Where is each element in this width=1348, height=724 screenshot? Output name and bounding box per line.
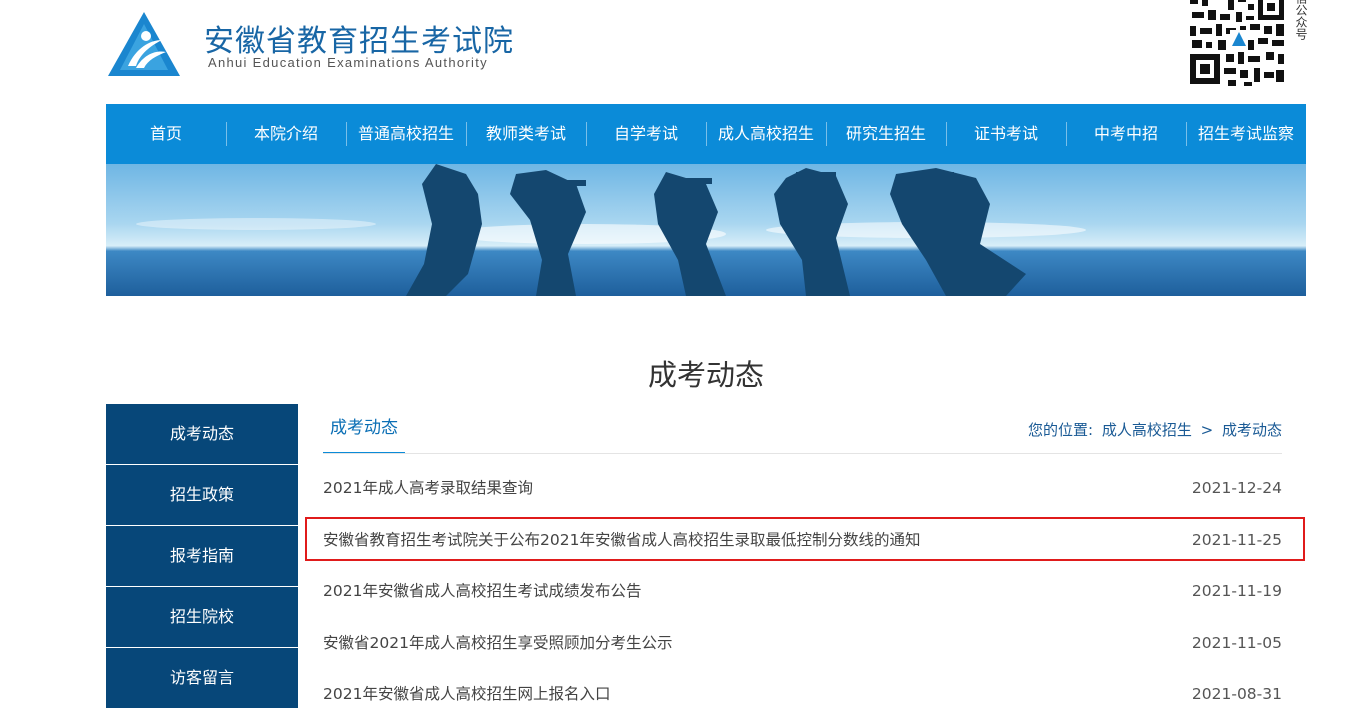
sidebar-item-application-guide[interactable]: 报考指南 xyxy=(106,526,298,586)
breadcrumb-current[interactable]: 成考动态 xyxy=(1222,421,1282,439)
qr-caption: 信公众号 xyxy=(1294,0,1308,40)
sidebar-item-admission-policy[interactable]: 招生政策 xyxy=(106,465,298,525)
news-title-link[interactable]: 2021年成人高考录取结果查询 xyxy=(323,466,533,510)
nav-item-adult-admissions[interactable]: 成人高校招生 xyxy=(706,104,826,164)
list-item[interactable]: 2021年成人高考录取结果查询 2021-12-24 xyxy=(323,466,1282,518)
news-list: 2021年成人高考录取结果查询 2021-12-24 安徽省教育招生考试院关于公… xyxy=(323,466,1282,724)
sidebar-menu: 成考动态 招生政策 报考指南 招生院校 访客留言 xyxy=(106,404,298,709)
main-nav: 首页 本院介绍 普通高校招生 教师类考试 自学考试 成人高校招生 研究生招生 证… xyxy=(106,104,1306,164)
tab-adult-exam-news[interactable]: 成考动态 xyxy=(323,404,405,454)
nav-item-high-school-entrance[interactable]: 中考中招 xyxy=(1066,104,1186,164)
site-title[interactable]: 安徽省教育招生考试院 xyxy=(204,16,514,60)
sidebar-item-visitor-messages[interactable]: 访客留言 xyxy=(106,648,298,708)
list-item[interactable]: 2021年安徽省成人高校招生考试成绩发布公告 2021-11-19 xyxy=(323,569,1282,621)
site-header: 安徽省教育招生考试院 Anhui Education Examinations … xyxy=(0,0,1348,104)
nav-item-graduate-admissions[interactable]: 研究生招生 xyxy=(826,104,946,164)
highlight-box xyxy=(305,517,1305,561)
graduates-banner xyxy=(106,164,1306,296)
sidebar-item-admitting-schools[interactable]: 招生院校 xyxy=(106,587,298,647)
nav-item-general-admissions[interactable]: 普通高校招生 xyxy=(346,104,466,164)
breadcrumb-label: 您的位置: xyxy=(1027,421,1094,439)
news-date: 2021-08-31 xyxy=(1191,685,1282,703)
wechat-qr-code-icon xyxy=(1188,0,1288,88)
nav-item-home[interactable]: 首页 xyxy=(106,104,226,164)
sidebar-item-adult-exam-news[interactable]: 成考动态 xyxy=(106,404,298,464)
nav-item-self-study-exams[interactable]: 自学考试 xyxy=(586,104,706,164)
list-item[interactable]: 安徽省2021年成人高校招生享受照顾加分考生公示 2021-11-05 xyxy=(323,621,1282,673)
nav-item-certificate-exams[interactable]: 证书考试 xyxy=(946,104,1066,164)
breadcrumb: 您的位置: 成人高校招生 > 成考动态 xyxy=(1024,419,1282,440)
content-divider xyxy=(323,453,1282,454)
news-date: 2021-11-19 xyxy=(1191,582,1282,600)
authority-logo-icon[interactable] xyxy=(106,10,182,78)
news-date: 2021-11-05 xyxy=(1191,633,1282,652)
nav-item-teacher-exams[interactable]: 教师类考试 xyxy=(466,104,586,164)
news-title-link[interactable]: 安徽省2021年成人高校招生享受照顾加分考生公示 xyxy=(323,621,672,665)
news-title-link[interactable]: 2021年安徽省成人高校招生网上报名入口 xyxy=(323,672,610,716)
nav-item-exam-supervision[interactable]: 招生考试监察 xyxy=(1186,104,1306,164)
news-date: 2021-12-24 xyxy=(1191,479,1282,497)
breadcrumb-separator: > xyxy=(1200,421,1214,439)
site-subtitle: Anhui Education Examinations Authority xyxy=(208,55,488,70)
breadcrumb-link-adult-admissions[interactable]: 成人高校招生 xyxy=(1102,421,1192,439)
news-title-link[interactable]: 2021年安徽省成人高校招生考试成绩发布公告 xyxy=(323,569,641,613)
page-title: 成考动态 xyxy=(647,358,764,392)
nav-item-about[interactable]: 本院介绍 xyxy=(226,104,346,164)
